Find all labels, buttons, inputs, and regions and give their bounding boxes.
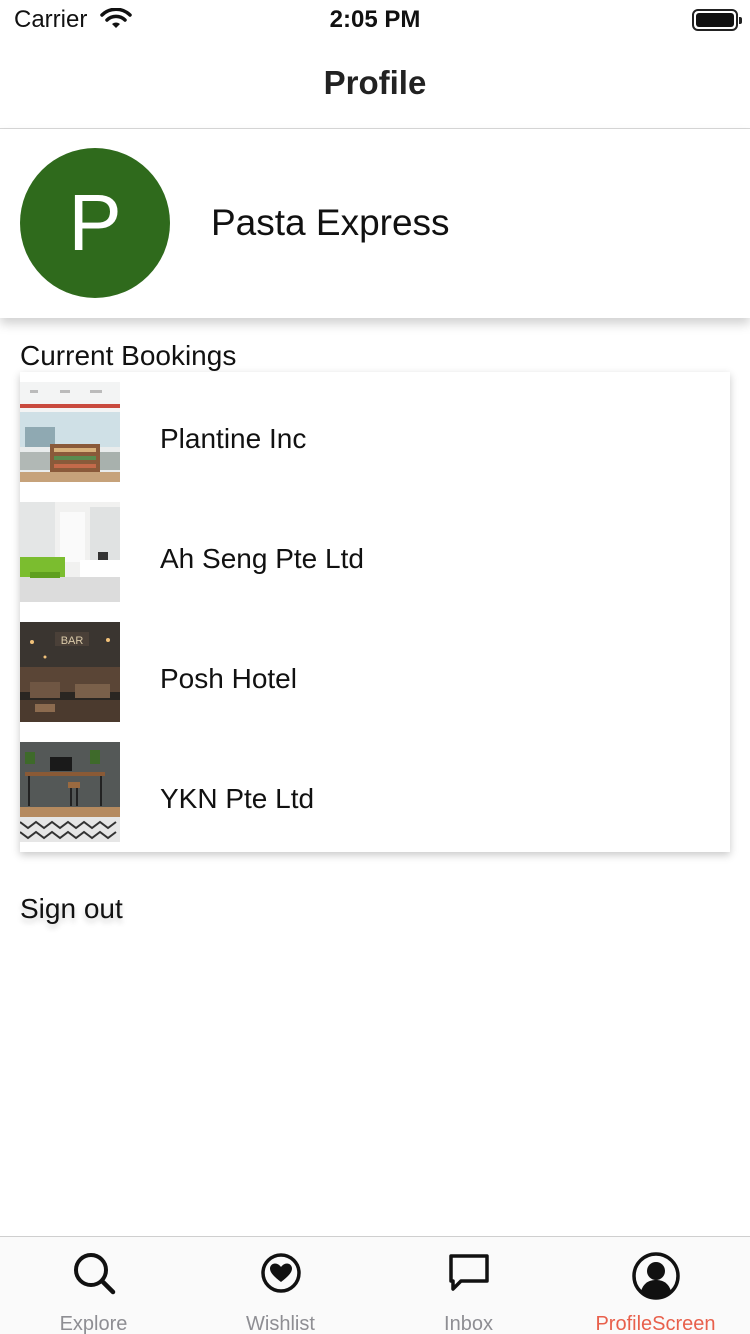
bookings-list: Plantine Inc Ah Seng Pte Ltd BAR Posh Ho… xyxy=(20,372,730,852)
booking-name: YKN Pte Ltd xyxy=(160,783,315,814)
tab-label: Explore xyxy=(59,1313,128,1334)
booking-item[interactable]: Plantine Inc xyxy=(20,382,730,482)
profile-header: P Pasta Express xyxy=(0,129,750,318)
navigation-bar: Profile xyxy=(0,40,750,129)
tab-label: ProfileScreen xyxy=(595,1313,716,1334)
booking-name: Plantine Inc xyxy=(160,423,307,454)
booking-thumbnail xyxy=(20,382,120,482)
booking-item[interactable]: YKN Pte Ltd xyxy=(20,742,730,842)
tab-label: Wishlist xyxy=(246,1313,315,1334)
page-title: Profile xyxy=(323,64,427,101)
user-circle-icon xyxy=(631,1251,681,1306)
tab-bar: Explore Wishlist Inbox ProfileScreen xyxy=(0,1236,750,1334)
tab-profile[interactable]: ProfileScreen xyxy=(562,1237,749,1334)
tab-label: Inbox xyxy=(444,1313,493,1334)
booking-item[interactable]: Ah Seng Pte Ltd xyxy=(20,502,730,602)
sign-out-button[interactable]: Sign out xyxy=(20,893,123,925)
booking-thumbnail xyxy=(20,502,120,602)
booking-item[interactable]: BAR Posh Hotel xyxy=(20,622,730,722)
tab-inbox[interactable]: Inbox xyxy=(375,1237,562,1334)
tab-explore[interactable]: Explore xyxy=(0,1237,187,1334)
battery-level xyxy=(696,13,734,27)
status-bar: Carrier 2:05 PM xyxy=(0,0,750,40)
current-bookings-heading: Current Bookings xyxy=(20,340,237,371)
svg-text:BAR: BAR xyxy=(61,635,84,647)
heart-circle-icon xyxy=(259,1251,303,1300)
profile-name: Pasta Express xyxy=(211,202,450,243)
battery-icon xyxy=(692,9,742,31)
avatar: P xyxy=(20,148,170,298)
search-icon xyxy=(72,1251,116,1300)
tab-wishlist[interactable]: Wishlist xyxy=(187,1237,374,1334)
clock: 2:05 PM xyxy=(329,6,421,33)
booking-thumbnail xyxy=(20,742,120,842)
booking-name: Posh Hotel xyxy=(160,663,297,694)
profile-screen: Carrier 2:05 PM Profile P Pasta Express … xyxy=(0,0,750,1334)
booking-thumbnail: BAR xyxy=(20,622,120,722)
booking-name: Ah Seng Pte Ltd xyxy=(160,543,364,574)
chat-bubble-icon xyxy=(447,1251,491,1300)
